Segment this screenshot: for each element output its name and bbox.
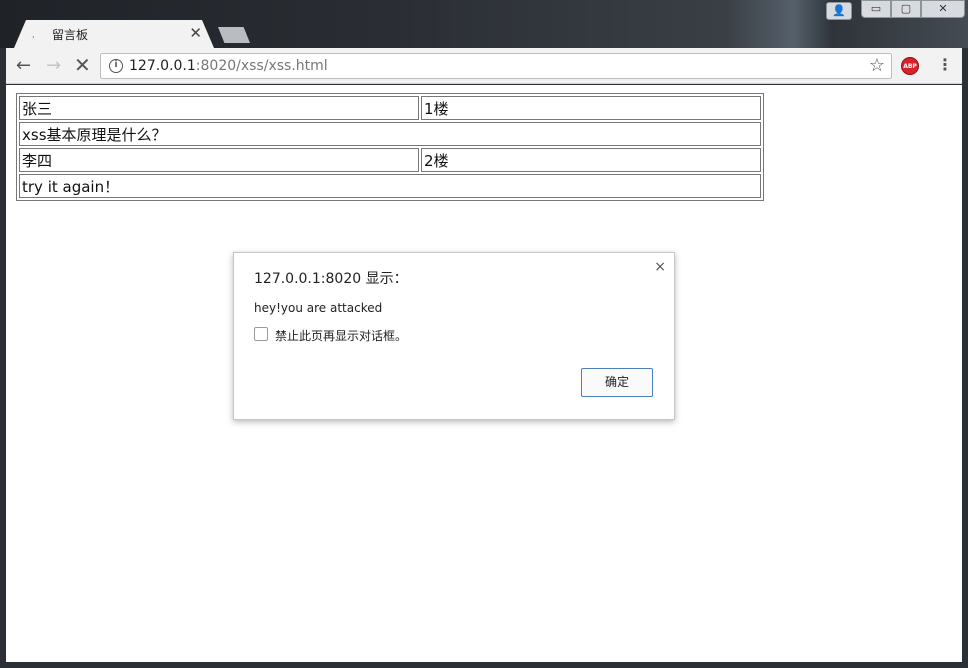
dialog-close-icon[interactable]: × — [654, 259, 666, 275]
info-icon[interactable]: i — [109, 59, 123, 73]
tab-title: 留言板 — [52, 28, 89, 42]
loading-icon: ⸳ — [32, 31, 35, 42]
message-cell: xss基本原理是什么？ — [19, 122, 761, 146]
floor-cell: 2楼 — [421, 148, 761, 172]
floor-cell: 1楼 — [421, 96, 761, 120]
table-row: try it again！ — [19, 174, 761, 198]
table-row: xss基本原理是什么？ — [19, 122, 761, 146]
tab-close-icon[interactable]: ✕ — [189, 24, 202, 42]
suppress-dialogs-checkbox[interactable] — [254, 327, 268, 341]
more-menu-icon[interactable]: ⋮ — [937, 55, 953, 74]
suppress-dialogs-label[interactable]: 禁止此页再显示对话框。 — [275, 327, 407, 344]
table-row: 张三 1楼 — [19, 96, 761, 120]
back-arrow-icon[interactable]: ← — [16, 55, 31, 76]
maximize-button[interactable]: ▢ — [891, 0, 921, 18]
ok-button[interactable]: 确定 — [581, 368, 653, 397]
person-icon: 👤 — [832, 4, 846, 17]
stop-loading-icon[interactable]: ✕ — [74, 53, 91, 77]
bookmark-star-icon[interactable]: ☆ — [869, 55, 885, 76]
message-cell: try it again！ — [19, 174, 761, 198]
adblock-plus-icon[interactable]: ABP — [901, 57, 919, 75]
url-text[interactable]: 127.0.0.1:8020/xss/xss.html — [129, 58, 328, 74]
browser-toolbar: ← → ✕ i 127.0.0.1:8020/xss/xss.html ☆ AB… — [6, 48, 962, 84]
close-window-button[interactable]: ✕ — [921, 0, 965, 18]
dialog-message: hey!you are attacked — [254, 301, 383, 315]
profile-button[interactable]: 👤 — [826, 2, 852, 20]
table-row: 李四 2楼 — [19, 148, 761, 172]
forward-arrow-icon[interactable]: → — [46, 55, 61, 76]
browser-tab-active[interactable]: ⸳ 留言板 ✕ — [14, 20, 214, 48]
address-bar[interactable]: i 127.0.0.1:8020/xss/xss.html ☆ — [100, 53, 892, 79]
message-board-table: 张三 1楼 xss基本原理是什么？ 李四 2楼 try it again！ — [16, 93, 764, 201]
author-cell: 张三 — [19, 96, 419, 120]
dialog-title: 127.0.0.1:8020 显示： — [254, 271, 408, 287]
window-controls: ▭ ▢ ✕ — [861, 0, 965, 18]
alert-dialog: × 127.0.0.1:8020 显示： hey!you are attacke… — [233, 252, 675, 420]
author-cell: 李四 — [19, 148, 419, 172]
minimize-button[interactable]: ▭ — [861, 0, 891, 18]
